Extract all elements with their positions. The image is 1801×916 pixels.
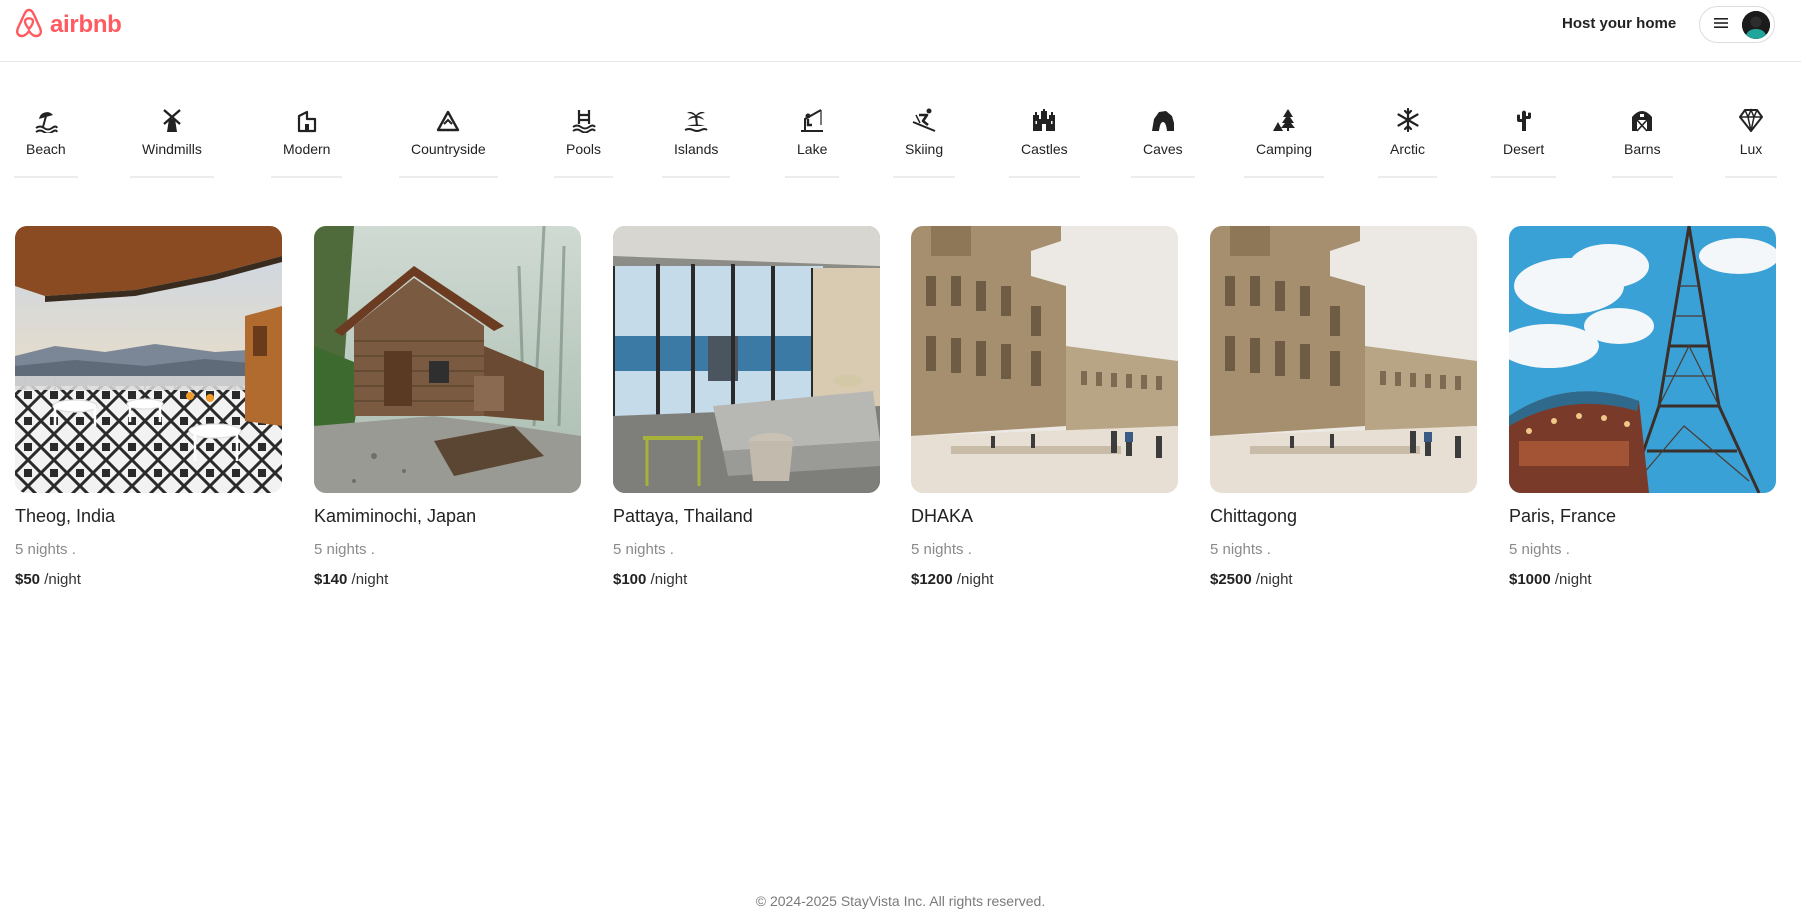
category-islands[interactable]: Islands xyxy=(662,106,731,178)
glass-living-room-sea-photo[interactable] xyxy=(613,226,880,493)
category-label: Modern xyxy=(283,141,331,157)
category-bar: Beach Windmills Modern Countryside Pools… xyxy=(0,106,1801,180)
beach-icon xyxy=(32,106,60,134)
price-amount: $100 xyxy=(613,571,647,588)
listing-nights: 5 nights . xyxy=(314,541,375,558)
listing-card[interactable]: Kamiminochi, Japan 5 nights . $140 /nigh… xyxy=(314,226,581,588)
category-caves[interactable]: Caves xyxy=(1131,106,1195,178)
price-amount: $140 xyxy=(314,571,348,588)
eiffel-tower-photo[interactable] xyxy=(1509,226,1776,493)
category-arctic[interactable]: Arctic xyxy=(1378,106,1437,178)
windmill-icon xyxy=(158,106,186,134)
mountain-icon xyxy=(434,106,462,134)
category-label: Barns xyxy=(1624,141,1661,157)
terrace-mountain-view-photo[interactable] xyxy=(15,226,282,493)
category-modern[interactable]: Modern xyxy=(271,106,343,178)
listing-nights: 5 nights . xyxy=(1509,541,1570,558)
category-label: Camping xyxy=(1256,141,1313,157)
category-label: Caves xyxy=(1143,141,1183,157)
camping-icon xyxy=(1270,106,1298,134)
listing-price: $1200 /night xyxy=(911,571,1178,588)
category-label: Arctic xyxy=(1390,141,1425,157)
listing-card[interactable]: Paris, France 5 nights . $1000 /night xyxy=(1509,226,1776,588)
category-label: Skiing xyxy=(905,141,944,157)
category-camping[interactable]: Camping xyxy=(1244,106,1325,178)
category-label: Pools xyxy=(566,141,602,157)
listing-price: $50 /night xyxy=(15,571,282,588)
category-windmills[interactable]: Windmills xyxy=(130,106,214,178)
top-navbar: airbnb Host your home xyxy=(0,0,1801,62)
user-avatar xyxy=(1742,10,1770,39)
price-unit: /night xyxy=(351,571,389,588)
listing-card[interactable]: DHAKA 5 nights . $1200 /night xyxy=(911,226,1178,588)
listing-nights: 5 nights . xyxy=(15,541,76,558)
category-lux[interactable]: Lux xyxy=(1725,106,1777,178)
price-unit: /night xyxy=(650,571,688,588)
palace-courtyard-photo[interactable] xyxy=(1210,226,1477,493)
listing-price: $1000 /night xyxy=(1509,571,1776,588)
palace-courtyard-photo[interactable] xyxy=(911,226,1178,493)
price-unit: /night xyxy=(1554,571,1592,588)
price-amount: $1200 xyxy=(911,571,953,588)
category-label: Windmills xyxy=(142,141,202,157)
wooden-cabin-forest-photo[interactable] xyxy=(314,226,581,493)
island-icon xyxy=(682,106,710,134)
user-menu-button[interactable] xyxy=(1699,6,1775,43)
snowflake-icon xyxy=(1394,106,1422,134)
footer-copyright: © 2024-2025 StayVista Inc. All rights re… xyxy=(755,893,1046,909)
listing-title: Kamiminochi, Japan xyxy=(314,506,477,526)
category-label: Beach xyxy=(26,141,66,157)
listing-title: Paris, France xyxy=(1509,506,1617,526)
skiing-icon xyxy=(910,106,938,134)
category-label: Castles xyxy=(1021,141,1068,157)
category-label: Desert xyxy=(1503,141,1545,157)
cactus-icon xyxy=(1510,106,1538,134)
airbnb-logo[interactable]: airbnb xyxy=(14,7,122,44)
host-your-home-link[interactable]: Host your home xyxy=(1562,15,1676,32)
category-label: Lake xyxy=(797,141,828,157)
listing-title: Pattaya, Thailand xyxy=(613,506,753,526)
category-countryside[interactable]: Countryside xyxy=(399,106,498,178)
category-skiing[interactable]: Skiing xyxy=(893,106,956,178)
barn-icon xyxy=(1628,106,1656,134)
castle-icon xyxy=(1030,106,1058,134)
airbnb-logo-icon xyxy=(14,7,44,44)
listing-card[interactable]: Theog, India 5 nights . $50 /night xyxy=(15,226,282,588)
listings-grid: Theog, India 5 nights . $50 /night Kamim… xyxy=(15,226,1791,606)
category-castles[interactable]: Castles xyxy=(1009,106,1080,178)
price-unit: /night xyxy=(44,571,81,588)
cave-icon xyxy=(1149,106,1177,134)
listing-price: $100 /night xyxy=(613,571,880,588)
price-unit: /night xyxy=(1255,571,1293,588)
listing-title: Chittagong xyxy=(1210,506,1298,526)
category-lake[interactable]: Lake xyxy=(785,106,840,178)
category-desert[interactable]: Desert xyxy=(1491,106,1557,178)
listing-title: Theog, India xyxy=(15,506,116,526)
listing-nights: 5 nights . xyxy=(613,541,674,558)
price-amount: $1000 xyxy=(1509,571,1551,588)
price-amount: $2500 xyxy=(1210,571,1252,588)
hamburger-icon xyxy=(1714,16,1728,34)
brand-name: airbnb xyxy=(50,11,122,38)
fishing-icon xyxy=(798,106,826,134)
category-label: Lux xyxy=(1739,141,1763,157)
listing-price: $2500 /night xyxy=(1210,571,1477,588)
category-barns[interactable]: Barns xyxy=(1612,106,1673,178)
listing-title: DHAKA xyxy=(911,506,974,526)
listing-nights: 5 nights . xyxy=(911,541,972,558)
category-pools[interactable]: Pools xyxy=(554,106,614,178)
price-unit: /night xyxy=(956,571,994,588)
diamond-icon xyxy=(1737,106,1765,134)
listing-card[interactable]: Chittagong 5 nights . $2500 /night xyxy=(1210,226,1477,588)
category-label: Islands xyxy=(674,141,719,157)
price-amount: $50 xyxy=(15,571,41,588)
category-beach[interactable]: Beach xyxy=(14,106,78,178)
category-label: Countryside xyxy=(411,141,486,157)
pool-icon xyxy=(570,106,598,134)
listing-nights: 5 nights . xyxy=(1210,541,1271,558)
modern-house-icon xyxy=(293,106,321,134)
listing-price: $140 /night xyxy=(314,571,581,588)
listing-card[interactable]: Pattaya, Thailand 5 nights . $100 /night xyxy=(613,226,880,588)
